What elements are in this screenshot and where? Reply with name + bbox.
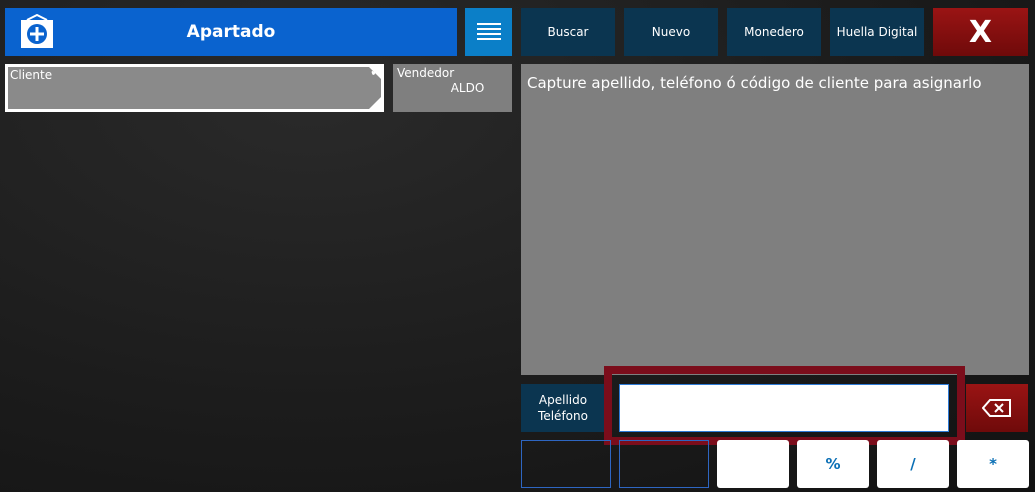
instruction-text: Capture apellido, teléfono ó código de c… (527, 74, 982, 92)
search-type-button[interactable]: Apellido Teléfono (521, 384, 605, 432)
search-type-label-line1: Apellido (538, 393, 588, 407)
close-button[interactable]: X (933, 8, 1028, 56)
cliente-label: Cliente (10, 68, 53, 82)
nuevo-button[interactable]: Nuevo (624, 8, 718, 56)
vendedor-label: Vendedor (397, 66, 455, 80)
search-type-label-line2: Teléfono (538, 409, 588, 423)
add-apartado-icon[interactable] (19, 13, 55, 50)
keypad-key-empty[interactable] (619, 440, 709, 488)
cliente-field-inner[interactable]: Cliente (8, 67, 381, 109)
check-icon: ✔ (370, 65, 381, 80)
keypad-key-star[interactable]: * (957, 440, 1029, 488)
title-bar: Apartado (5, 8, 457, 56)
cliente-field[interactable]: Cliente ✔ (5, 64, 384, 112)
monedero-button[interactable]: Monedero (727, 8, 821, 56)
backspace-icon (982, 399, 1011, 417)
buscar-button[interactable]: Buscar (521, 8, 615, 56)
message-panel: Capture apellido, teléfono ó código de c… (521, 64, 1029, 375)
cliente-search-input[interactable] (619, 384, 949, 432)
keypad-key-empty[interactable] (521, 440, 611, 488)
keypad-key-slash[interactable]: / (877, 440, 949, 488)
keypad-key-blank[interactable] (717, 440, 789, 488)
page-title: Apartado (186, 22, 276, 42)
keypad-key-percent[interactable]: % (797, 440, 869, 488)
huella-digital-button[interactable]: Huella Digital (830, 8, 924, 56)
vendedor-field[interactable]: Vendedor ALDO (393, 64, 512, 112)
menu-button[interactable] (465, 8, 512, 56)
backspace-button[interactable] (966, 384, 1028, 432)
list-menu-icon (476, 23, 501, 40)
vendedor-value: ALDO (450, 81, 485, 95)
